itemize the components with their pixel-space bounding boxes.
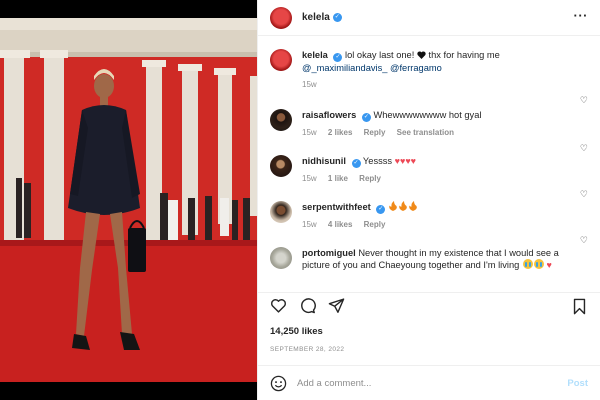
- comment-item: serpentwithfeet ✓ 15w 4 likes Reply ♡: [258, 183, 600, 229]
- runway-photo-illustration: [0, 18, 257, 382]
- comment-username[interactable]: nidhisunil: [302, 156, 346, 166]
- post-photo[interactable]: [0, 0, 257, 400]
- caption-mention[interactable]: @_maximiliandavis_: [302, 63, 387, 73]
- comment-item: portomiguel Never thought in my existenc…: [258, 229, 600, 271]
- instagram-post-view: kelela ✓ ··· kelela ✓ lol okay last one!…: [0, 0, 600, 400]
- post-comment-button[interactable]: Post: [567, 378, 588, 389]
- post-side-panel: kelela ✓ ··· kelela ✓ lol okay last one!…: [257, 0, 600, 400]
- comment-age[interactable]: 15w: [302, 174, 317, 183]
- comment-username[interactable]: portomiguel: [302, 248, 356, 258]
- comment-bubble-icon[interactable]: [299, 297, 316, 314]
- like-comment-heart-icon[interactable]: ♡: [580, 235, 588, 246]
- verified-badge-icon: ✓: [376, 205, 386, 214]
- more-horizontal-icon[interactable]: ···: [574, 9, 589, 22]
- crying-face-emoji-icon: [522, 259, 533, 269]
- avatar[interactable]: [270, 201, 292, 223]
- comment-username[interactable]: raisaflowers: [302, 110, 356, 120]
- avatar[interactable]: [270, 109, 292, 131]
- verified-badge-icon: ✓: [361, 113, 371, 122]
- verified-badge-icon: ✓: [332, 13, 342, 22]
- like-comment-heart-icon[interactable]: ♡: [580, 95, 588, 106]
- comment-likes[interactable]: 1 like: [328, 174, 348, 183]
- see-translation-button[interactable]: See translation: [397, 128, 454, 137]
- black-heart-icon: [417, 51, 426, 59]
- red-heart-emoji-icon: ♥: [546, 260, 552, 270]
- post-date: SEPTEMBER 28, 2022: [270, 346, 345, 353]
- red-heart-emoji-icon: ♥: [410, 156, 417, 166]
- post-header: kelela ✓ ···: [258, 0, 600, 36]
- comments-list[interactable]: kelela ✓ lol okay last one! thx for havi…: [258, 37, 600, 292]
- reply-button[interactable]: Reply: [364, 220, 386, 229]
- avatar[interactable]: [270, 6, 292, 29]
- add-comment-bar: Add a comment... Post: [258, 365, 600, 400]
- caption-username[interactable]: kelela: [302, 50, 328, 60]
- avatar[interactable]: [270, 155, 292, 177]
- caption-thanks: thx for having me: [428, 50, 500, 60]
- caption-text: lol okay last one!: [345, 50, 415, 60]
- like-comment-heart-icon[interactable]: ♡: [580, 189, 588, 200]
- caption-age[interactable]: 15w: [302, 80, 317, 89]
- avatar[interactable]: [270, 49, 292, 71]
- caption: kelela ✓ lol okay last one! thx for havi…: [258, 37, 600, 89]
- add-comment-input[interactable]: Add a comment...: [297, 378, 567, 389]
- fire-emoji-icon: [389, 201, 417, 211]
- post-author-username[interactable]: kelela: [302, 12, 330, 23]
- like-heart-icon[interactable]: [270, 297, 287, 314]
- avatar[interactable]: [270, 247, 292, 269]
- emoji-smiley-icon[interactable]: [270, 375, 287, 392]
- save-bookmark-icon[interactable]: [571, 298, 588, 315]
- verified-badge-icon: ✓: [333, 53, 343, 62]
- comment-text: Whewwwwwwww hot gyal: [373, 110, 482, 120]
- likes-count[interactable]: 14,250 likes: [270, 326, 323, 337]
- crying-face-emoji-icon: [533, 259, 544, 269]
- reply-button[interactable]: Reply: [359, 174, 381, 183]
- comment-username[interactable]: serpentwithfeet: [302, 202, 371, 212]
- verified-badge-icon: ✓: [351, 159, 361, 168]
- comment-age[interactable]: 15w: [302, 128, 317, 137]
- share-paper-plane-icon[interactable]: [328, 297, 345, 314]
- comment-text: Yessss: [362, 156, 393, 166]
- comment-likes[interactable]: 2 likes: [328, 128, 352, 137]
- like-comment-heart-icon[interactable]: ♡: [580, 143, 588, 154]
- comment-item: nidhisunil ✓ Yessss ♥♥♥♥ 15w 1 like Repl…: [258, 137, 600, 183]
- post-actions-bar: [258, 292, 600, 322]
- comment-likes[interactable]: 4 likes: [328, 220, 352, 229]
- comment-item: raisaflowers ✓ Whewwwwwwww hot gyal 15w …: [258, 89, 600, 137]
- reply-button[interactable]: Reply: [364, 128, 386, 137]
- comment-age[interactable]: 15w: [302, 220, 317, 229]
- caption-mention[interactable]: @ferragamo: [390, 63, 442, 73]
